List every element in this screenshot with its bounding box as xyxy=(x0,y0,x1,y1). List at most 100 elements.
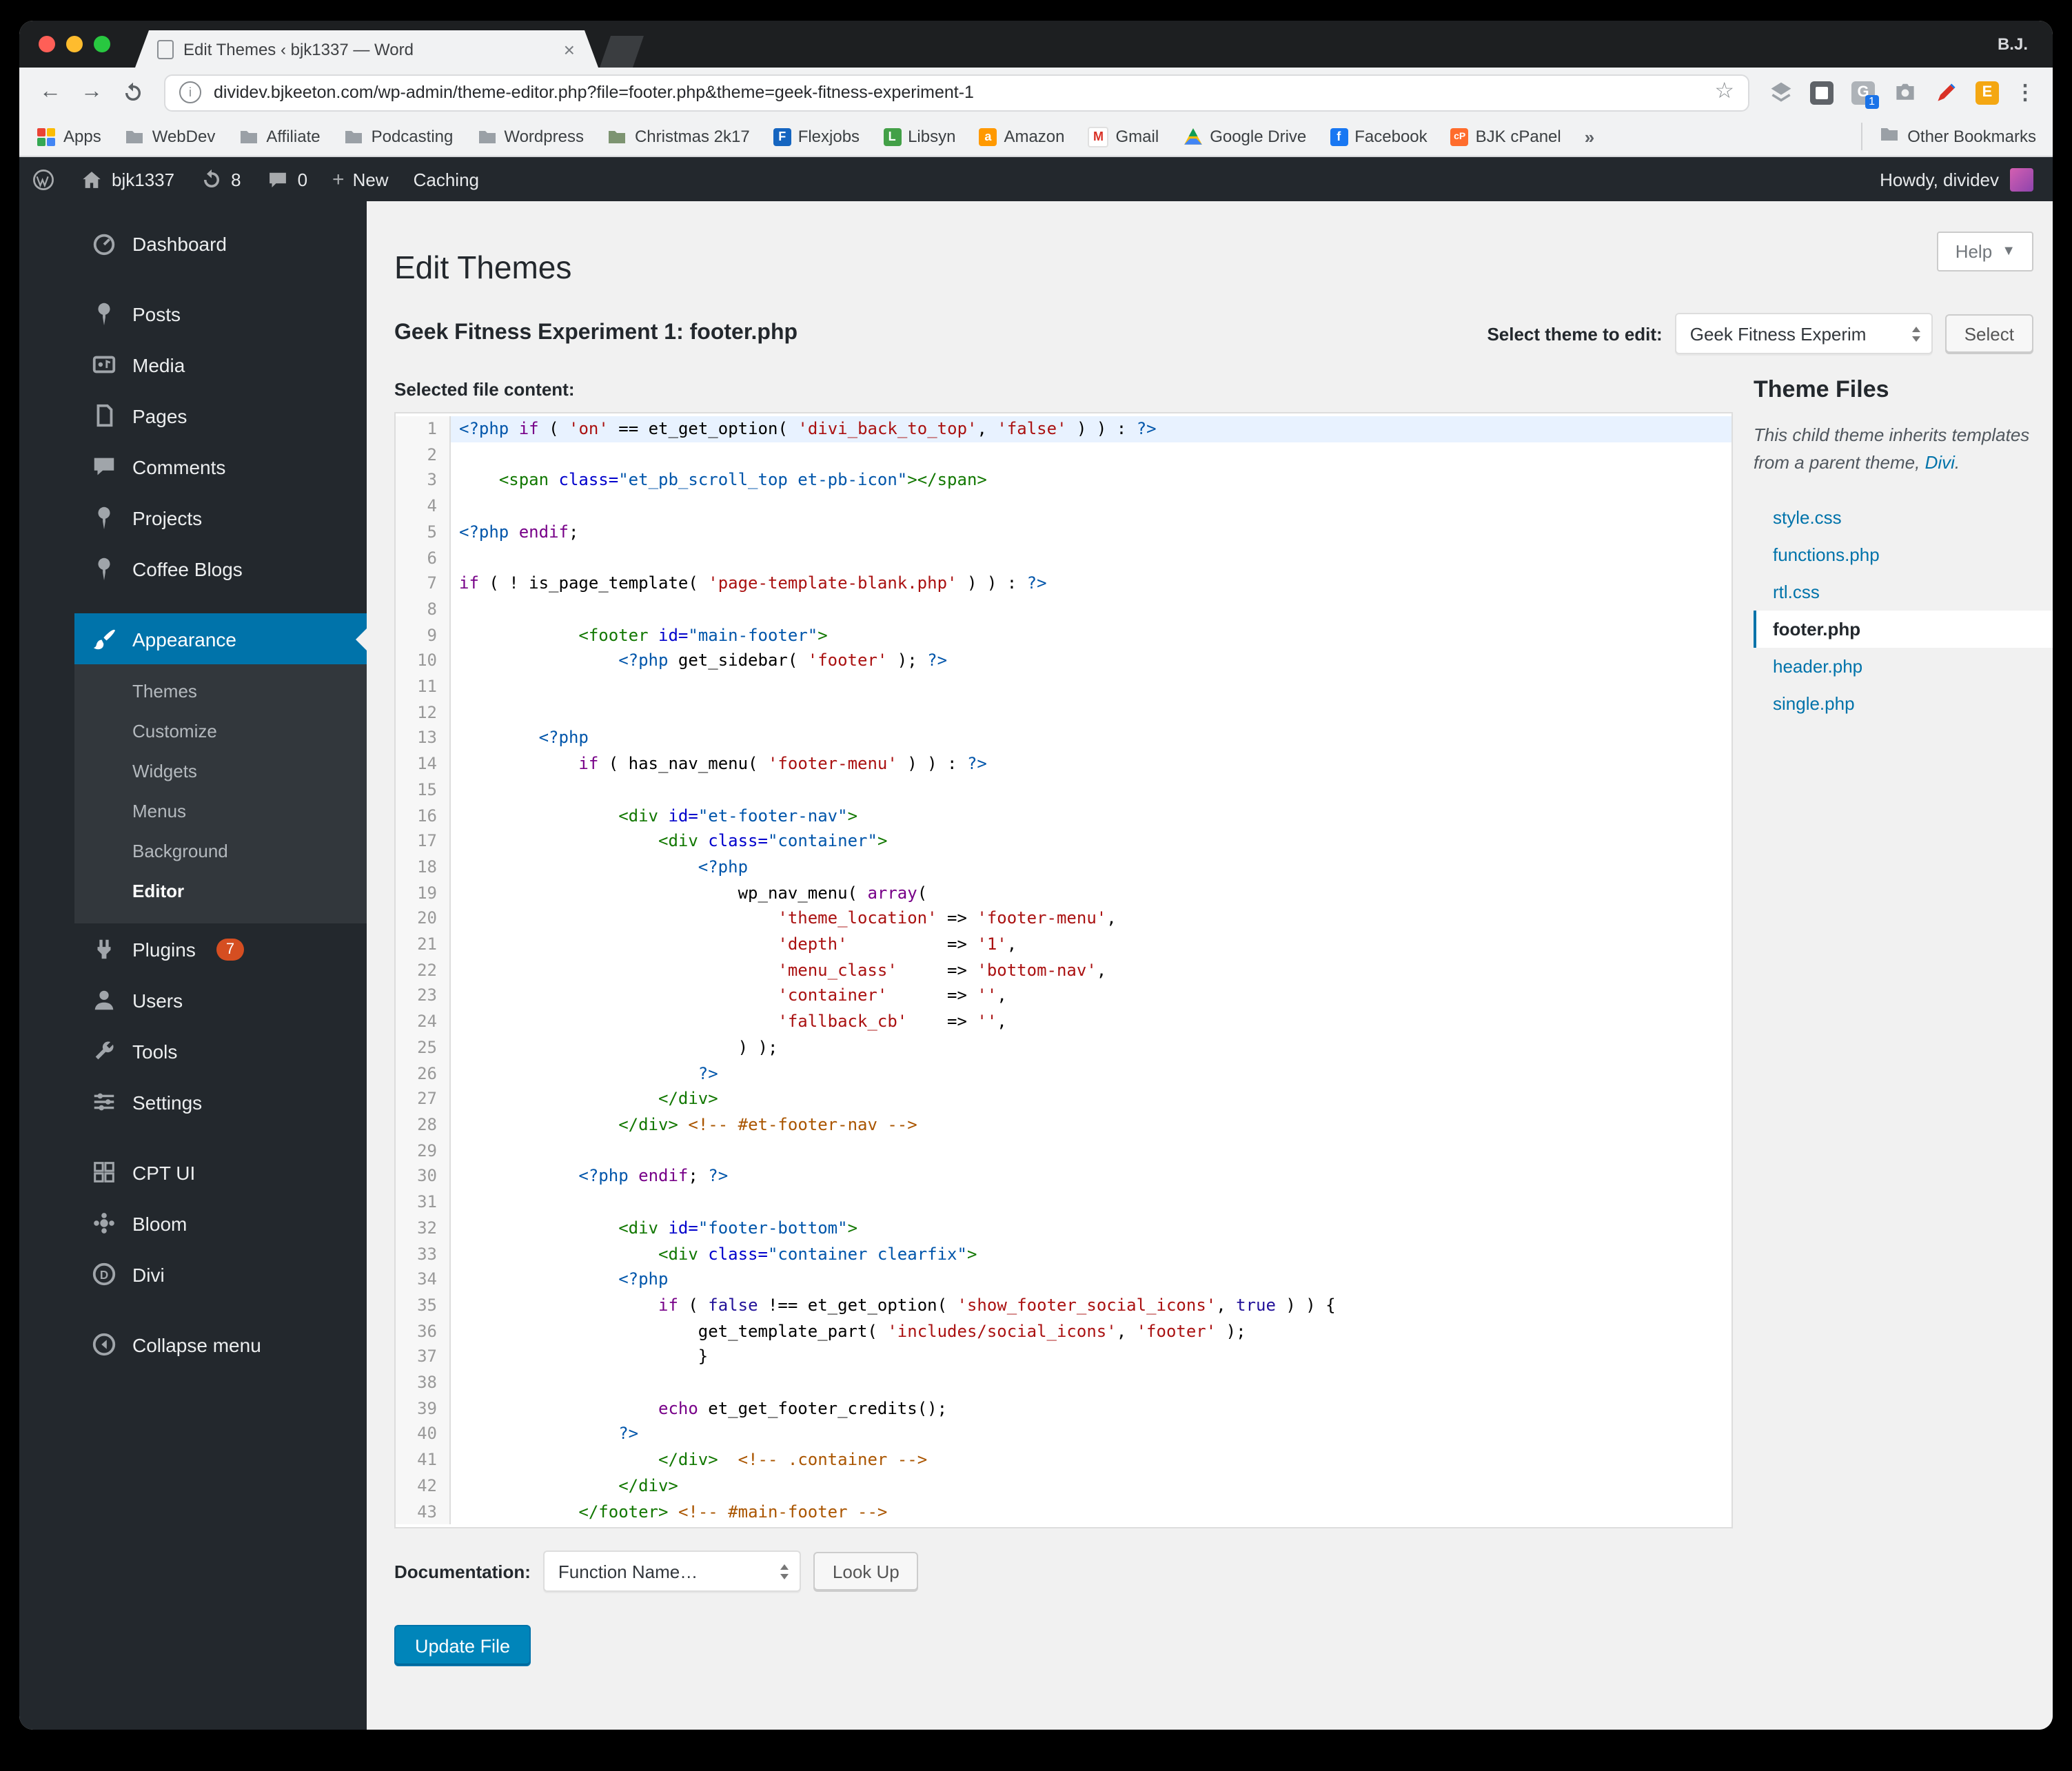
bookmark-cpanel[interactable]: cP BJK cPanel xyxy=(1450,127,1561,146)
theme-file-link[interactable]: functions.php xyxy=(1754,537,2053,574)
bookmark-libsyn[interactable]: L Libsyn xyxy=(883,127,955,146)
code-line[interactable]: 27 </div> xyxy=(396,1086,1731,1112)
code-line[interactable]: 29 xyxy=(396,1138,1731,1164)
zoom-window-button[interactable] xyxy=(94,36,110,52)
sidebar-item-appearance[interactable]: Appearance xyxy=(74,613,367,664)
caching-menu[interactable]: Caching xyxy=(401,157,491,201)
sidebar-item-settings[interactable]: Settings xyxy=(74,1076,367,1127)
bookmark-amazon[interactable]: a Amazon xyxy=(979,127,1065,146)
reload-button[interactable] xyxy=(116,75,150,110)
minimize-window-button[interactable] xyxy=(66,36,83,52)
extension-icon-pen[interactable] xyxy=(1929,75,1963,110)
submenu-item-widgets[interactable]: Widgets xyxy=(74,751,367,791)
code-line[interactable]: 6 xyxy=(396,545,1731,571)
code-line[interactable]: 35 if ( false !== et_get_option( 'show_f… xyxy=(396,1292,1731,1319)
code-line[interactable]: 4 xyxy=(396,493,1731,520)
code-line[interactable]: 37 } xyxy=(396,1344,1731,1371)
submenu-item-themes[interactable]: Themes xyxy=(74,671,367,711)
code-line[interactable]: 32 <div id="footer-bottom"> xyxy=(396,1215,1731,1241)
updates-menu[interactable]: 8 xyxy=(187,157,253,201)
code-line[interactable]: 36 get_template_part( 'includes/social_i… xyxy=(396,1318,1731,1344)
code-line[interactable]: 9 <footer id="main-footer"> xyxy=(396,622,1731,648)
sidebar-item-projects[interactable]: Projects xyxy=(74,492,367,543)
bookmark-folder-christmas[interactable]: Christmas 2k17 xyxy=(607,126,750,147)
code-line[interactable]: 8 xyxy=(396,596,1731,623)
theme-file-link[interactable]: header.php xyxy=(1754,648,2053,686)
address-bar[interactable]: i dividev.bjkeeton.com/wp-admin/theme-ed… xyxy=(164,74,1749,111)
code-line[interactable]: 23 'container' => '', xyxy=(396,983,1731,1010)
close-tab-icon[interactable]: × xyxy=(562,39,576,59)
theme-file-link[interactable]: style.css xyxy=(1754,500,2053,537)
other-bookmarks[interactable]: Other Bookmarks xyxy=(1860,123,2036,150)
submenu-item-editor[interactable]: Editor xyxy=(74,871,367,911)
submenu-item-menus[interactable]: Menus xyxy=(74,791,367,831)
bookmark-folder-affiliate[interactable]: Affiliate xyxy=(238,126,321,147)
extension-icon-badge-1[interactable]: G1 xyxy=(1846,75,1880,110)
browser-menu-icon[interactable]: ⋮ xyxy=(2011,80,2039,105)
sidebar-item-posts[interactable]: Posts xyxy=(74,288,367,339)
code-line[interactable]: 19 wp_nav_menu( array( xyxy=(396,880,1731,906)
sidebar-item-cpt-ui[interactable]: CPT UI xyxy=(74,1147,367,1198)
sidebar-item-plugins[interactable]: Plugins 7 xyxy=(74,923,367,974)
new-content-menu[interactable]: + New xyxy=(320,157,401,201)
code-line[interactable]: 31 xyxy=(396,1189,1731,1216)
comments-menu[interactable]: 0 xyxy=(254,157,320,201)
bookmark-star-icon[interactable]: ☆ xyxy=(1714,81,1734,103)
code-line[interactable]: 34 <?php xyxy=(396,1267,1731,1293)
theme-file-current[interactable]: footer.php xyxy=(1754,611,2053,648)
theme-file-link[interactable]: single.php xyxy=(1754,686,2053,723)
code-line[interactable]: 11 xyxy=(396,674,1731,700)
code-line[interactable]: 1 <?php if ( 'on' == et_get_option( 'divi… xyxy=(396,416,1731,442)
lookup-button[interactable]: Look Up xyxy=(813,1552,919,1591)
code-line[interactable]: 24 'fallback_cb' => '', xyxy=(396,1009,1731,1035)
code-line[interactable]: 33 <div class="container clearfix"> xyxy=(396,1241,1731,1267)
code-line[interactable]: 25 ) ); xyxy=(396,1034,1731,1061)
code-line[interactable]: 30 <?php endif; ?> xyxy=(396,1163,1731,1190)
sidebar-item-collapse-menu[interactable]: Collapse menu xyxy=(74,1319,367,1370)
theme-select[interactable]: Geek Fitness Experim xyxy=(1674,313,1933,354)
bookmarks-overflow-icon[interactable]: » xyxy=(1585,126,1594,147)
select-theme-button[interactable]: Select xyxy=(1944,314,2033,353)
code-line[interactable]: 5 <?php endif; xyxy=(396,519,1731,546)
bookmark-apps[interactable]: Apps xyxy=(36,126,101,147)
sidebar-item-divi[interactable]: D Divi xyxy=(74,1249,367,1300)
sidebar-item-coffee-blogs[interactable]: Coffee Blogs xyxy=(74,543,367,594)
sidebar-item-users[interactable]: Users xyxy=(74,974,367,1025)
bookmark-folder-webdev[interactable]: WebDev xyxy=(125,126,215,147)
sidebar-item-tools[interactable]: Tools xyxy=(74,1025,367,1076)
extension-icon-layers[interactable] xyxy=(1763,75,1798,110)
code-line[interactable]: 38 xyxy=(396,1370,1731,1396)
update-file-button[interactable]: Update File xyxy=(394,1625,531,1667)
bookmark-folder-podcasting[interactable]: Podcasting xyxy=(344,126,453,147)
code-editor[interactable]: 1 <?php if ( 'on' == et_get_option( 'divi… xyxy=(394,412,1733,1529)
bookmark-gmail[interactable]: M Gmail xyxy=(1088,126,1159,147)
code-line[interactable]: 12 xyxy=(396,699,1731,726)
extension-icon-dark-square[interactable] xyxy=(1805,75,1839,110)
code-line[interactable]: 16 <div id="et-footer-nav"> xyxy=(396,803,1731,829)
code-line[interactable]: 7 if ( ! is_page_template( 'page-template… xyxy=(396,571,1731,597)
extension-icon-camera[interactable] xyxy=(1887,75,1922,110)
code-line[interactable]: 18 <?php xyxy=(396,854,1731,881)
bookmark-folder-wordpress[interactable]: Wordpress xyxy=(476,126,584,147)
code-line[interactable]: 13 <?php xyxy=(396,725,1731,752)
profile-name[interactable]: B.J. xyxy=(1998,34,2053,54)
sidebar-item-dashboard[interactable]: Dashboard xyxy=(74,218,367,269)
sidebar-item-pages[interactable]: Pages xyxy=(74,390,367,441)
code-line[interactable]: 22 'menu_class' => 'bottom-nav', xyxy=(396,957,1731,983)
code-line[interactable]: 42 </div> xyxy=(396,1473,1731,1499)
code-line[interactable]: 3 <span class="et_pb_scroll_top et-pb-ic… xyxy=(396,467,1731,494)
help-tab[interactable]: Help ▼ xyxy=(1937,232,2033,272)
code-line[interactable]: 21 'depth' => '1', xyxy=(396,932,1731,958)
code-line[interactable]: 26 ?> xyxy=(396,1061,1731,1087)
code-line[interactable]: 28 </div> <!-- #et-footer-nav --> xyxy=(396,1112,1731,1138)
new-tab-button[interactable] xyxy=(600,36,644,68)
back-button[interactable]: ← xyxy=(33,75,68,110)
sidebar-item-comments[interactable]: Comments xyxy=(74,441,367,492)
code-line[interactable]: 15 xyxy=(396,777,1731,803)
code-line[interactable]: 20 'theme_location' => 'footer-menu', xyxy=(396,905,1731,932)
documentation-select[interactable]: Function Name… xyxy=(542,1550,801,1593)
code-line[interactable]: 43 </footer> <!-- #main-footer --> xyxy=(396,1499,1731,1525)
code-line[interactable]: 2 xyxy=(396,442,1731,468)
extension-icon-e[interactable]: E xyxy=(1970,75,2004,110)
code-line[interactable]: 41 </div> <!-- .container --> xyxy=(396,1447,1731,1473)
